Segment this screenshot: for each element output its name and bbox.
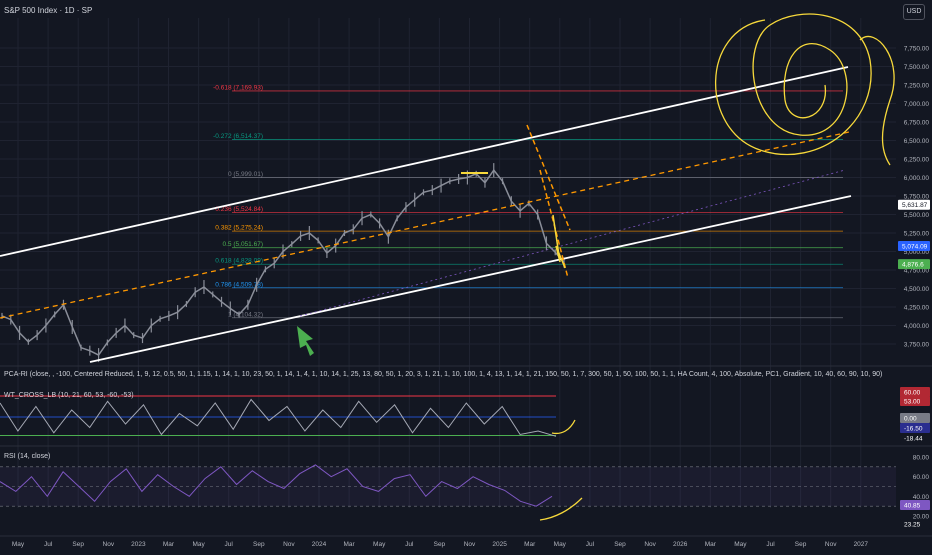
x-tick-label: Jul xyxy=(586,541,595,548)
channel-upper-line xyxy=(0,66,849,257)
x-tick-label: May xyxy=(734,541,747,548)
fib-level-label: 0 (5,999.01) xyxy=(228,171,263,178)
x-tick-label: Mar xyxy=(343,541,355,548)
y-tick-label: 4,500.00 xyxy=(904,286,930,293)
y-tick-label: 5,500.00 xyxy=(904,212,930,219)
freehand-scribble xyxy=(714,13,872,156)
x-tick-label: 2025 xyxy=(492,541,507,548)
green-arrow-icon xyxy=(297,326,314,356)
rsi-title: RSI (14, close) xyxy=(4,453,51,460)
x-tick-label: 2026 xyxy=(673,541,688,548)
y-tick-label: 6,500.00 xyxy=(904,138,930,145)
freehand-scribble-2 xyxy=(859,35,895,166)
y-tick-label: 7,250.00 xyxy=(904,83,930,90)
x-tick-label: Sep xyxy=(253,541,265,548)
chart-canvas[interactable]: 7,750.00 7,500.00 7,250.00 7,000.00 6,750.00… xyxy=(0,0,932,550)
x-tick-label: Mar xyxy=(163,541,175,548)
y-tick-label: 7,000.00 xyxy=(904,101,930,108)
y-tick-label: 4,250.00 xyxy=(904,305,930,312)
x-tick-label: Nov xyxy=(103,541,115,548)
fib-level-label: 1 (4,104.32) xyxy=(228,311,263,318)
fib-level-label: -0.618 (7,169.93) xyxy=(213,84,263,91)
x-tick-label: Mar xyxy=(705,541,717,548)
x-tick-label: Nov xyxy=(283,541,295,548)
y-tick-label: 4,000.00 xyxy=(904,323,930,330)
x-tick-label: Mar xyxy=(524,541,536,548)
x-tick-label: May xyxy=(554,541,567,548)
wt-series-line xyxy=(0,398,557,437)
fib-level-label: 0.382 (5,275.24) xyxy=(215,225,263,232)
x-tick-label: Nov xyxy=(464,541,476,548)
x-tick-label: Sep xyxy=(795,541,807,548)
fib-level-label: 0.618 (4,828.09) xyxy=(215,258,263,265)
wt-tag-label: 60.00 xyxy=(904,390,921,397)
y-tick-label: 6,250.00 xyxy=(904,157,930,164)
y-tick-label: 7,750.00 xyxy=(904,46,930,53)
x-tick-label: May xyxy=(373,541,386,548)
x-tick-label: Jul xyxy=(405,541,414,548)
x-tick-label: 2023 xyxy=(131,541,146,548)
rsi-tag-label: 23.25 xyxy=(904,522,921,529)
channel-lower-line xyxy=(89,195,852,363)
rsi-y-tick: 60.00 xyxy=(913,474,930,481)
wt-cross-title: WT_CROSS_LB (10, 21, 60, 53, -60, -53) xyxy=(4,392,134,399)
rsi-y-tick: 80.00 xyxy=(913,455,930,462)
wt-tag-label: -18.44 xyxy=(904,436,923,443)
y-tick-label: 5,750.00 xyxy=(904,194,930,201)
rsi-tag-label: 40.85 xyxy=(904,503,921,510)
wt-tag-label: 53.00 xyxy=(904,399,921,406)
y-tick-label: 6,750.00 xyxy=(904,120,930,127)
price-tag-label: 4,876.6 xyxy=(902,262,924,269)
y-tick-label: 6,000.00 xyxy=(904,175,930,182)
x-tick-label: May xyxy=(192,541,205,548)
x-tick-label: Nov xyxy=(825,541,837,548)
pca-indicator-label: PCA-RI (close, , -100, Centered Reduced,… xyxy=(4,371,883,378)
price-tag-label: 5,074.09 xyxy=(902,244,928,251)
rsi-y-tick: 40.00 xyxy=(913,494,930,501)
x-tick-label: May xyxy=(12,541,25,548)
chart-title: S&P 500 Index · 1D · SP xyxy=(4,6,93,15)
y-tick-label: 5,250.00 xyxy=(904,231,930,238)
currency-button[interactable]: USD xyxy=(903,4,925,20)
chart-area[interactable]: 7,750.00 7,500.00 7,250.00 7,000.00 6,750.00… xyxy=(0,0,932,550)
fib-level-label: -0.272 (6,514.37) xyxy=(213,133,263,140)
x-tick-label: Nov xyxy=(644,541,656,548)
x-tick-label: Jul xyxy=(225,541,234,548)
price-series-line xyxy=(1,168,565,357)
wt-tag-label: 0.00 xyxy=(904,416,917,423)
x-tick-label: Sep xyxy=(72,541,84,548)
wt-tag-label: -16.50 xyxy=(904,426,923,433)
fib-level-label: 0.5 (5,051.67) xyxy=(223,241,263,248)
x-tick-label: Sep xyxy=(434,541,446,548)
trend-dotted-line xyxy=(299,169,846,317)
y-tick-label: 3,750.00 xyxy=(904,342,930,349)
x-tick-label: 2027 xyxy=(854,541,869,548)
x-tick-label: Jul xyxy=(766,541,775,548)
x-tick-label: Sep xyxy=(614,541,626,548)
y-tick-label: 7,500.00 xyxy=(904,64,930,71)
price-tag-label: 5,631.87 xyxy=(902,202,928,209)
x-tick-label: 2024 xyxy=(312,541,327,548)
x-tick-label: Jul xyxy=(44,541,53,548)
wt-projection-drawing xyxy=(551,419,576,435)
